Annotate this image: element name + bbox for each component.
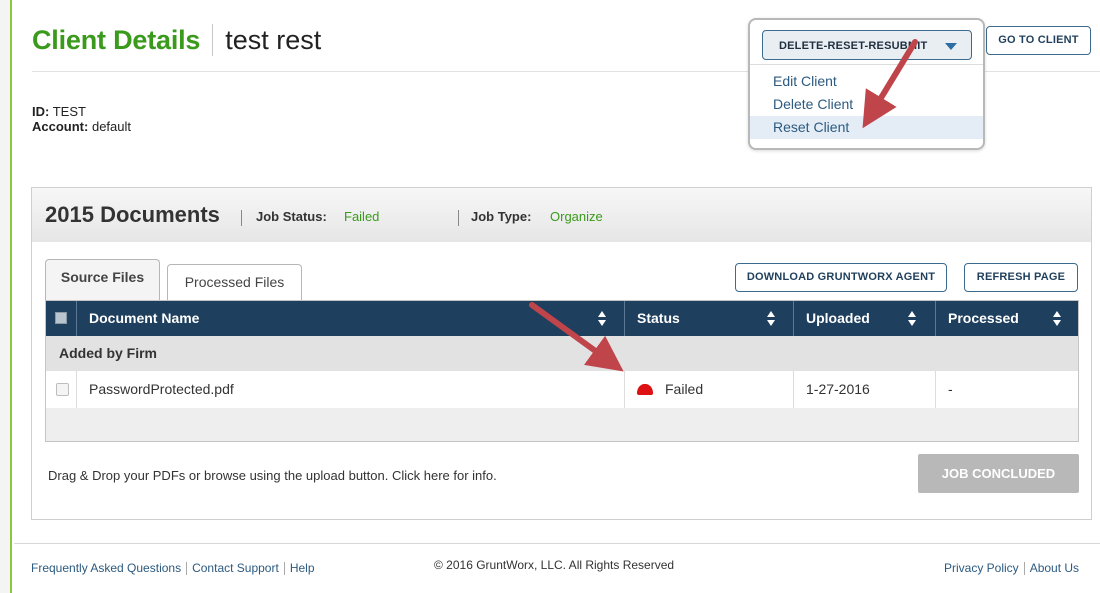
arrow-annotation — [529, 302, 624, 372]
annotation-arrows — [529, 39, 918, 372]
arrow-annotation — [862, 39, 918, 129]
